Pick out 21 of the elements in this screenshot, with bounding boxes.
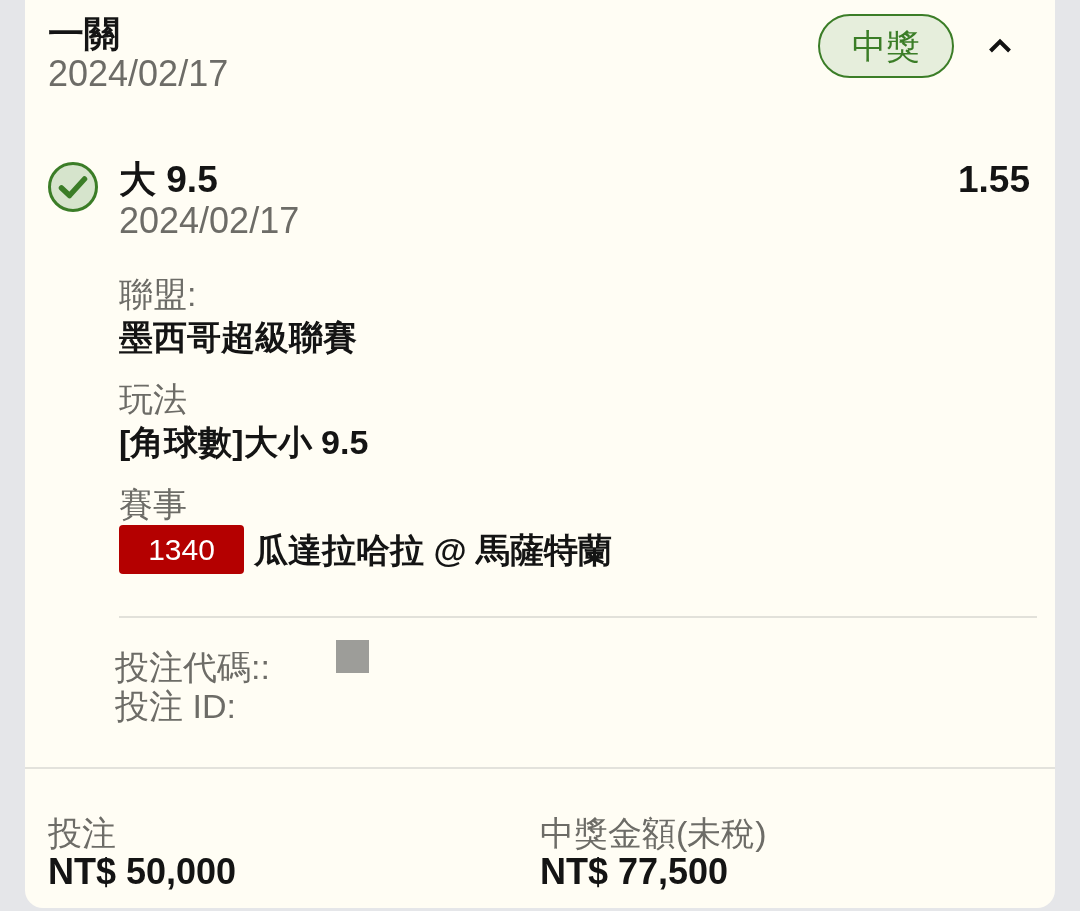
amount-value: NT$ 50,000 xyxy=(48,852,238,892)
chevron-up-icon[interactable] xyxy=(988,38,1012,53)
bet-selection: 大 9.5 xyxy=(119,159,218,201)
field-label: 玩法 xyxy=(119,379,188,419)
match-date: 2024/02/17 xyxy=(119,201,301,241)
odds-value: 1.55 xyxy=(958,159,1030,201)
event-code-tag: 1340 xyxy=(119,525,244,574)
field-value: [角球數]大小 9.5 xyxy=(119,422,370,462)
status-badge: 中獎 xyxy=(818,14,954,78)
field-label: 聯盟: xyxy=(119,274,198,314)
bet-type-title: 一關 xyxy=(48,14,121,54)
amount-label: 投注 xyxy=(48,814,117,852)
redaction-block xyxy=(335,640,369,673)
match-teams: 瓜達拉哈拉 @ 馬薩特蘭 xyxy=(254,529,613,570)
amount-value: NT$ 77,500 xyxy=(540,852,729,892)
amount-label: 中獎金額(未稅) xyxy=(540,814,768,852)
reference-label: 投注代碼:: xyxy=(115,648,270,687)
reference-label: 投注 ID: xyxy=(115,687,236,726)
field-value: 墨西哥超級聯賽 xyxy=(119,317,358,357)
field-label: 賽事 xyxy=(119,484,188,524)
bet-date: 2024/02/17 xyxy=(48,54,230,94)
